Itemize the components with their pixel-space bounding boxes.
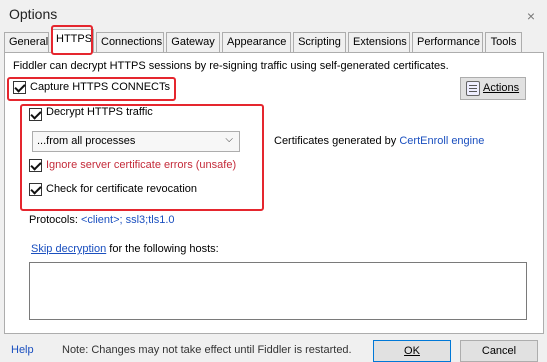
restart-note: Note: Changes may not take effect until … xyxy=(62,344,352,356)
revocation-label[interactable]: Check for certificate revocation xyxy=(46,183,197,195)
capture-label[interactable]: Capture HTTPS CONNECTs xyxy=(30,81,170,93)
capture-checkbox[interactable] xyxy=(13,81,26,94)
process-filter-value: ...from all processes xyxy=(37,135,136,147)
process-filter-select[interactable]: ...from all processes ⌵ xyxy=(32,131,240,152)
close-icon[interactable]: × xyxy=(527,8,535,24)
revocation-checkbox[interactable] xyxy=(29,183,42,196)
tab-performance[interactable]: Performance xyxy=(412,32,483,52)
ignore-errors-checkbox[interactable] xyxy=(29,159,42,172)
chevron-down-icon: ⌵ xyxy=(225,134,233,145)
tab-appearance[interactable]: Appearance xyxy=(222,32,291,52)
tab-extensions[interactable]: Extensions xyxy=(348,32,410,52)
ok-label: OK xyxy=(404,345,420,357)
help-link[interactable]: Help xyxy=(11,344,34,356)
protocols-row: Protocols: <client>; ssl3;tls1.0 xyxy=(29,214,175,226)
intro-text: Fiddler can decrypt HTTPS sessions by re… xyxy=(13,60,449,72)
actions-button[interactable]: Actions xyxy=(460,77,526,100)
skip-decryption-link[interactable]: Skip decryption xyxy=(31,243,106,255)
footer: Help Note: Changes may not take effect u… xyxy=(0,334,547,362)
tab-strip: General HTTPS Connections Gateway Appear… xyxy=(4,29,544,53)
tab-https[interactable]: HTTPS xyxy=(51,29,94,53)
actions-label: Actions xyxy=(483,82,520,94)
tab-general[interactable]: General xyxy=(4,32,49,52)
protocols-label: Protocols: xyxy=(29,214,81,226)
decrypt-checkbox[interactable] xyxy=(29,108,42,121)
cert-prefix: Certificates generated by xyxy=(274,135,400,147)
skip-decryption-suffix: for the following hosts: xyxy=(106,243,219,255)
tab-scripting[interactable]: Scripting xyxy=(293,32,346,52)
ignore-errors-label[interactable]: Ignore server certificate errors (unsafe… xyxy=(46,159,236,171)
decrypt-label[interactable]: Decrypt HTTPS traffic xyxy=(46,106,153,118)
actions-icon xyxy=(466,81,480,96)
cert-info: Certificates generated by CertEnroll eng… xyxy=(274,135,484,147)
title-bar: Options × xyxy=(0,0,547,30)
tab-tools[interactable]: Tools xyxy=(485,32,522,52)
skip-hosts-textarea[interactable] xyxy=(29,262,527,320)
skip-decryption-row: Skip decryption for the following hosts: xyxy=(31,243,219,255)
window-title: Options xyxy=(9,6,58,22)
cert-engine-link[interactable]: CertEnroll engine xyxy=(399,135,484,147)
protocols-link[interactable]: <client>; ssl3;tls1.0 xyxy=(81,214,175,226)
tab-gateway[interactable]: Gateway xyxy=(166,32,220,52)
tab-connections[interactable]: Connections xyxy=(96,32,164,52)
